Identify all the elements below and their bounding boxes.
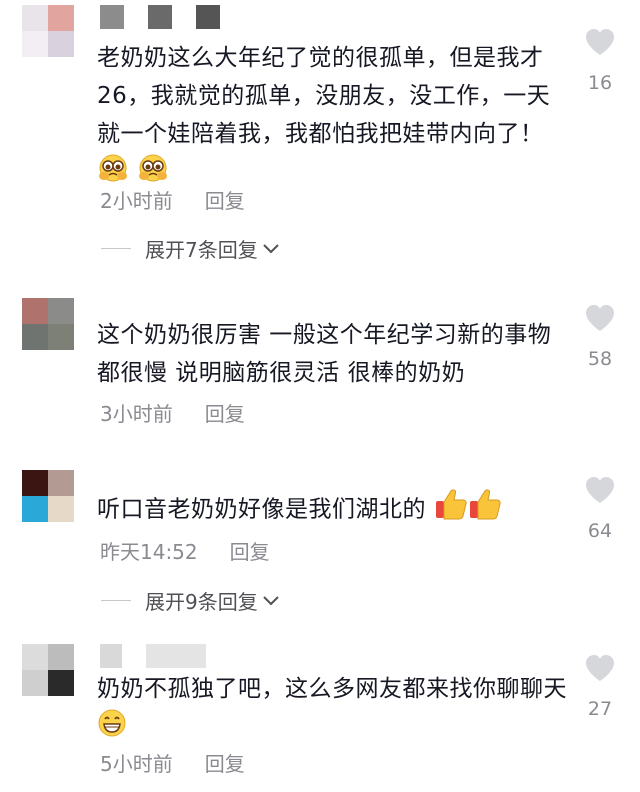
comment-text: 这个奶奶很厉害 一般这个年纪学习新的事物都很慢 说明脑筋很灵活 很棒的奶奶 (97, 322, 552, 386)
reply-button[interactable]: 回复 (205, 185, 245, 214)
reply-button[interactable]: 回复 (205, 398, 245, 427)
avatar[interactable] (22, 5, 74, 57)
comment-timestamp: 3小时前 (100, 402, 173, 426)
avatar-cell (48, 324, 74, 350)
avatar-cell (22, 496, 48, 522)
avatar-cell (22, 31, 48, 57)
avatar-cell (22, 298, 48, 324)
avatar-cell (48, 470, 74, 496)
avatar-cell (48, 5, 74, 31)
like-count: 58 (587, 348, 613, 370)
avatar-cell (48, 644, 74, 670)
avatar[interactable] (22, 644, 74, 696)
avatar-cell (48, 496, 74, 522)
avatar-cell (48, 670, 74, 696)
like-button[interactable]: 16 (580, 28, 620, 94)
expand-replies-button[interactable]: 展开7条回复 (101, 234, 280, 263)
chevron-down-icon (263, 243, 279, 253)
heart-icon (586, 29, 614, 55)
reply-button[interactable]: 回复 (205, 748, 245, 777)
like-button[interactable]: 64 (580, 476, 620, 542)
avatar-cell (22, 324, 48, 350)
heart-icon (586, 305, 614, 331)
avatar-cell (22, 5, 48, 31)
like-button[interactable]: 58 (580, 304, 620, 370)
comment-timestamp: 2小时前 (100, 189, 173, 213)
heart-icon (586, 477, 614, 503)
comment-text: 奶奶不孤独了吧，这么多网友都来找你聊聊天 (97, 670, 567, 750)
expand-replies-label: 展开7条回复 (145, 238, 258, 262)
comment-text: 听口音老奶奶好像是我们湖北的 (97, 488, 567, 532)
avatar-cell (48, 31, 74, 57)
expand-replies-label: 展开9条回复 (145, 590, 258, 614)
like-count: 27 (587, 698, 613, 720)
comment-timestamp: 昨天14:52 (100, 540, 198, 564)
avatar[interactable] (22, 470, 74, 522)
heart-icon (586, 655, 614, 681)
divider (101, 600, 131, 601)
reply-button[interactable]: 回复 (230, 536, 270, 565)
thumbs-up-icon (434, 488, 468, 532)
chevron-down-icon (263, 595, 279, 605)
comment-text: 老奶奶这么大年纪了觉的很孤单，但是我才26，我就觉的孤单，没朋友，没工作，一天就… (97, 39, 567, 195)
username-redacted[interactable] (100, 5, 220, 29)
grinning-face-icon (97, 708, 127, 750)
expand-replies-button[interactable]: 展开9条回复 (101, 586, 280, 615)
avatar[interactable] (22, 298, 74, 350)
like-button[interactable]: 27 (580, 654, 620, 720)
avatar-cell (22, 670, 48, 696)
like-count: 16 (587, 72, 613, 94)
like-count: 64 (587, 520, 613, 542)
divider (101, 248, 131, 249)
comment-timestamp: 5小时前 (100, 752, 173, 776)
avatar-cell (22, 644, 48, 670)
username-redacted[interactable] (100, 644, 206, 668)
avatar-cell (22, 470, 48, 496)
thumbs-up-icon (468, 488, 502, 532)
avatar-cell (48, 298, 74, 324)
